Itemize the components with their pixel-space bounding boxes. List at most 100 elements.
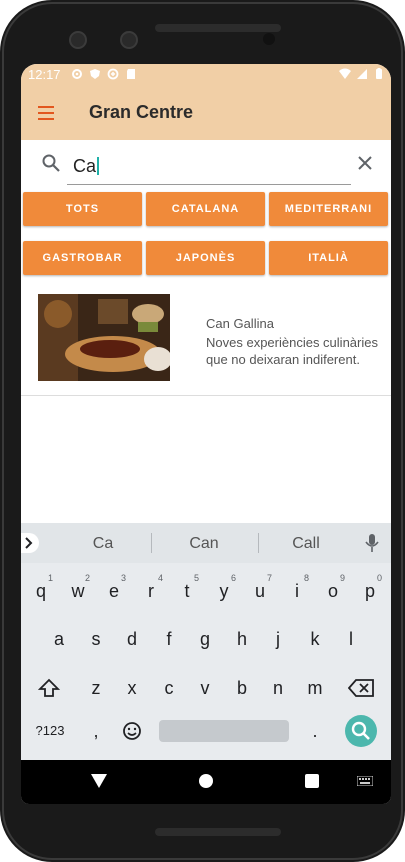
recent-apps-icon[interactable] [305, 774, 319, 788]
key-h[interactable]: h [226, 619, 258, 659]
close-icon[interactable] [355, 153, 375, 173]
restaurant-photo [38, 294, 170, 381]
suggestion-1[interactable]: Ca [58, 535, 148, 553]
symbols-key[interactable]: ?123 [31, 711, 69, 751]
search-icon [42, 154, 60, 172]
suggestion-3[interactable]: Call [261, 535, 351, 553]
key-q[interactable]: q1 [25, 571, 57, 611]
sd-card-icon [127, 69, 135, 79]
key-u[interactable]: u7 [244, 571, 276, 611]
key-hint: 2 [84, 573, 90, 583]
space-key[interactable] [159, 720, 289, 742]
backspace-key[interactable] [343, 668, 379, 708]
key-r[interactable]: r4 [135, 571, 167, 611]
key-hint: 5 [193, 573, 199, 583]
front-camera-icon [69, 31, 87, 49]
key-m[interactable]: m [299, 668, 331, 708]
key-hint: 8 [303, 573, 309, 583]
suggestion-2[interactable]: Can [159, 535, 249, 553]
key-c[interactable]: c [153, 668, 185, 708]
key-b[interactable]: b [226, 668, 258, 708]
category-chip-gastrobar[interactable]: GASTROBAR [23, 241, 142, 275]
system-nav-bar [21, 760, 391, 804]
category-chip-tots[interactable]: TOTS [23, 192, 142, 226]
wifi-icon [339, 68, 351, 79]
back-icon[interactable] [91, 774, 107, 788]
earpiece-speaker [155, 24, 281, 32]
search-input[interactable]: Ca [67, 149, 351, 185]
status-icons-right [339, 68, 385, 80]
suggestion-divider [151, 533, 152, 553]
period-key[interactable]: . [299, 711, 331, 751]
search-icon [351, 721, 370, 740]
key-label: i [295, 581, 299, 601]
suggestion-bar: Ca Can Call [21, 523, 391, 563]
key-d[interactable]: d [116, 619, 148, 659]
shield-icon [90, 69, 100, 79]
restaurant-description: Noves experiències culinàries que no dei… [206, 335, 378, 367]
key-label: q [35, 581, 46, 601]
menu-icon[interactable] [35, 102, 57, 124]
key-x[interactable]: x [116, 668, 148, 708]
screen: 12:17 Gran Centre Ca TOTS CATALANA MEDIT… [21, 64, 391, 804]
category-chip-mediterrani[interactable]: MEDITERRANI [269, 192, 388, 226]
key-o[interactable]: o9 [317, 571, 349, 611]
key-hint: 0 [376, 573, 382, 583]
key-a[interactable]: a [43, 619, 75, 659]
key-t[interactable]: t5 [171, 571, 203, 611]
key-v[interactable]: v [189, 668, 221, 708]
signal-icon [357, 69, 367, 79]
shift-key[interactable] [33, 668, 65, 708]
key-hint: 9 [339, 573, 345, 583]
key-label: y [219, 581, 229, 601]
key-s[interactable]: s [80, 619, 112, 659]
microphone-icon[interactable] [363, 533, 381, 553]
category-chip-catalana[interactable]: CATALANA [146, 192, 265, 226]
phone-frame: 12:17 Gran Centre Ca TOTS CATALANA MEDIT… [0, 0, 405, 862]
home-icon[interactable] [199, 774, 213, 788]
soft-keyboard: Ca Can Call q1 w2 e3 r4 t5 y6 u7 i8 o9 p… [21, 523, 391, 760]
key-hint: 4 [157, 573, 163, 583]
keyboard-icon[interactable] [357, 776, 373, 786]
key-e[interactable]: e3 [98, 571, 130, 611]
data-saver-icon [107, 68, 119, 80]
key-hint: 7 [266, 573, 272, 583]
proximity-sensor [263, 33, 275, 45]
key-label: u [254, 581, 265, 601]
key-p[interactable]: p0 [354, 571, 386, 611]
category-chip-italia[interactable]: ITALIÀ [269, 241, 388, 275]
emoji-icon [123, 722, 141, 740]
key-z[interactable]: z [80, 668, 112, 708]
key-y[interactable]: y6 [208, 571, 240, 611]
key-k[interactable]: k [299, 619, 331, 659]
front-camera-icon [120, 31, 138, 49]
key-n[interactable]: n [262, 668, 294, 708]
key-label: o [327, 581, 338, 601]
chevron-right-icon[interactable] [21, 533, 39, 553]
key-l[interactable]: l [335, 619, 367, 659]
backspace-icon [347, 679, 374, 697]
key-w[interactable]: w2 [62, 571, 94, 611]
list-item[interactable]: Can Gallina Noves experiències culinàrie… [21, 286, 391, 396]
key-label: w [71, 581, 85, 601]
key-label: t [184, 581, 190, 601]
key-hint: 6 [230, 573, 236, 583]
battery-icon [376, 68, 382, 79]
key-j[interactable]: j [262, 619, 294, 659]
key-i[interactable]: i8 [281, 571, 313, 611]
key-f[interactable]: f [153, 619, 185, 659]
restaurant-name: Can Gallina [206, 316, 274, 331]
settings-icon [72, 69, 82, 79]
search-input-text: Ca [73, 156, 99, 177]
category-chip-japones[interactable]: JAPONÈS [146, 241, 265, 275]
status-icons-left [71, 68, 137, 80]
key-g[interactable]: g [189, 619, 221, 659]
keyboard-search-button[interactable] [345, 715, 377, 747]
key-label: r [148, 581, 154, 601]
comma-key[interactable]: , [79, 711, 113, 751]
key-hint: 3 [120, 573, 126, 583]
status-bar: 12:17 [21, 64, 391, 86]
emoji-key[interactable] [116, 711, 148, 751]
app-bar: Gran Centre [21, 86, 391, 140]
bottom-speaker [155, 828, 281, 836]
